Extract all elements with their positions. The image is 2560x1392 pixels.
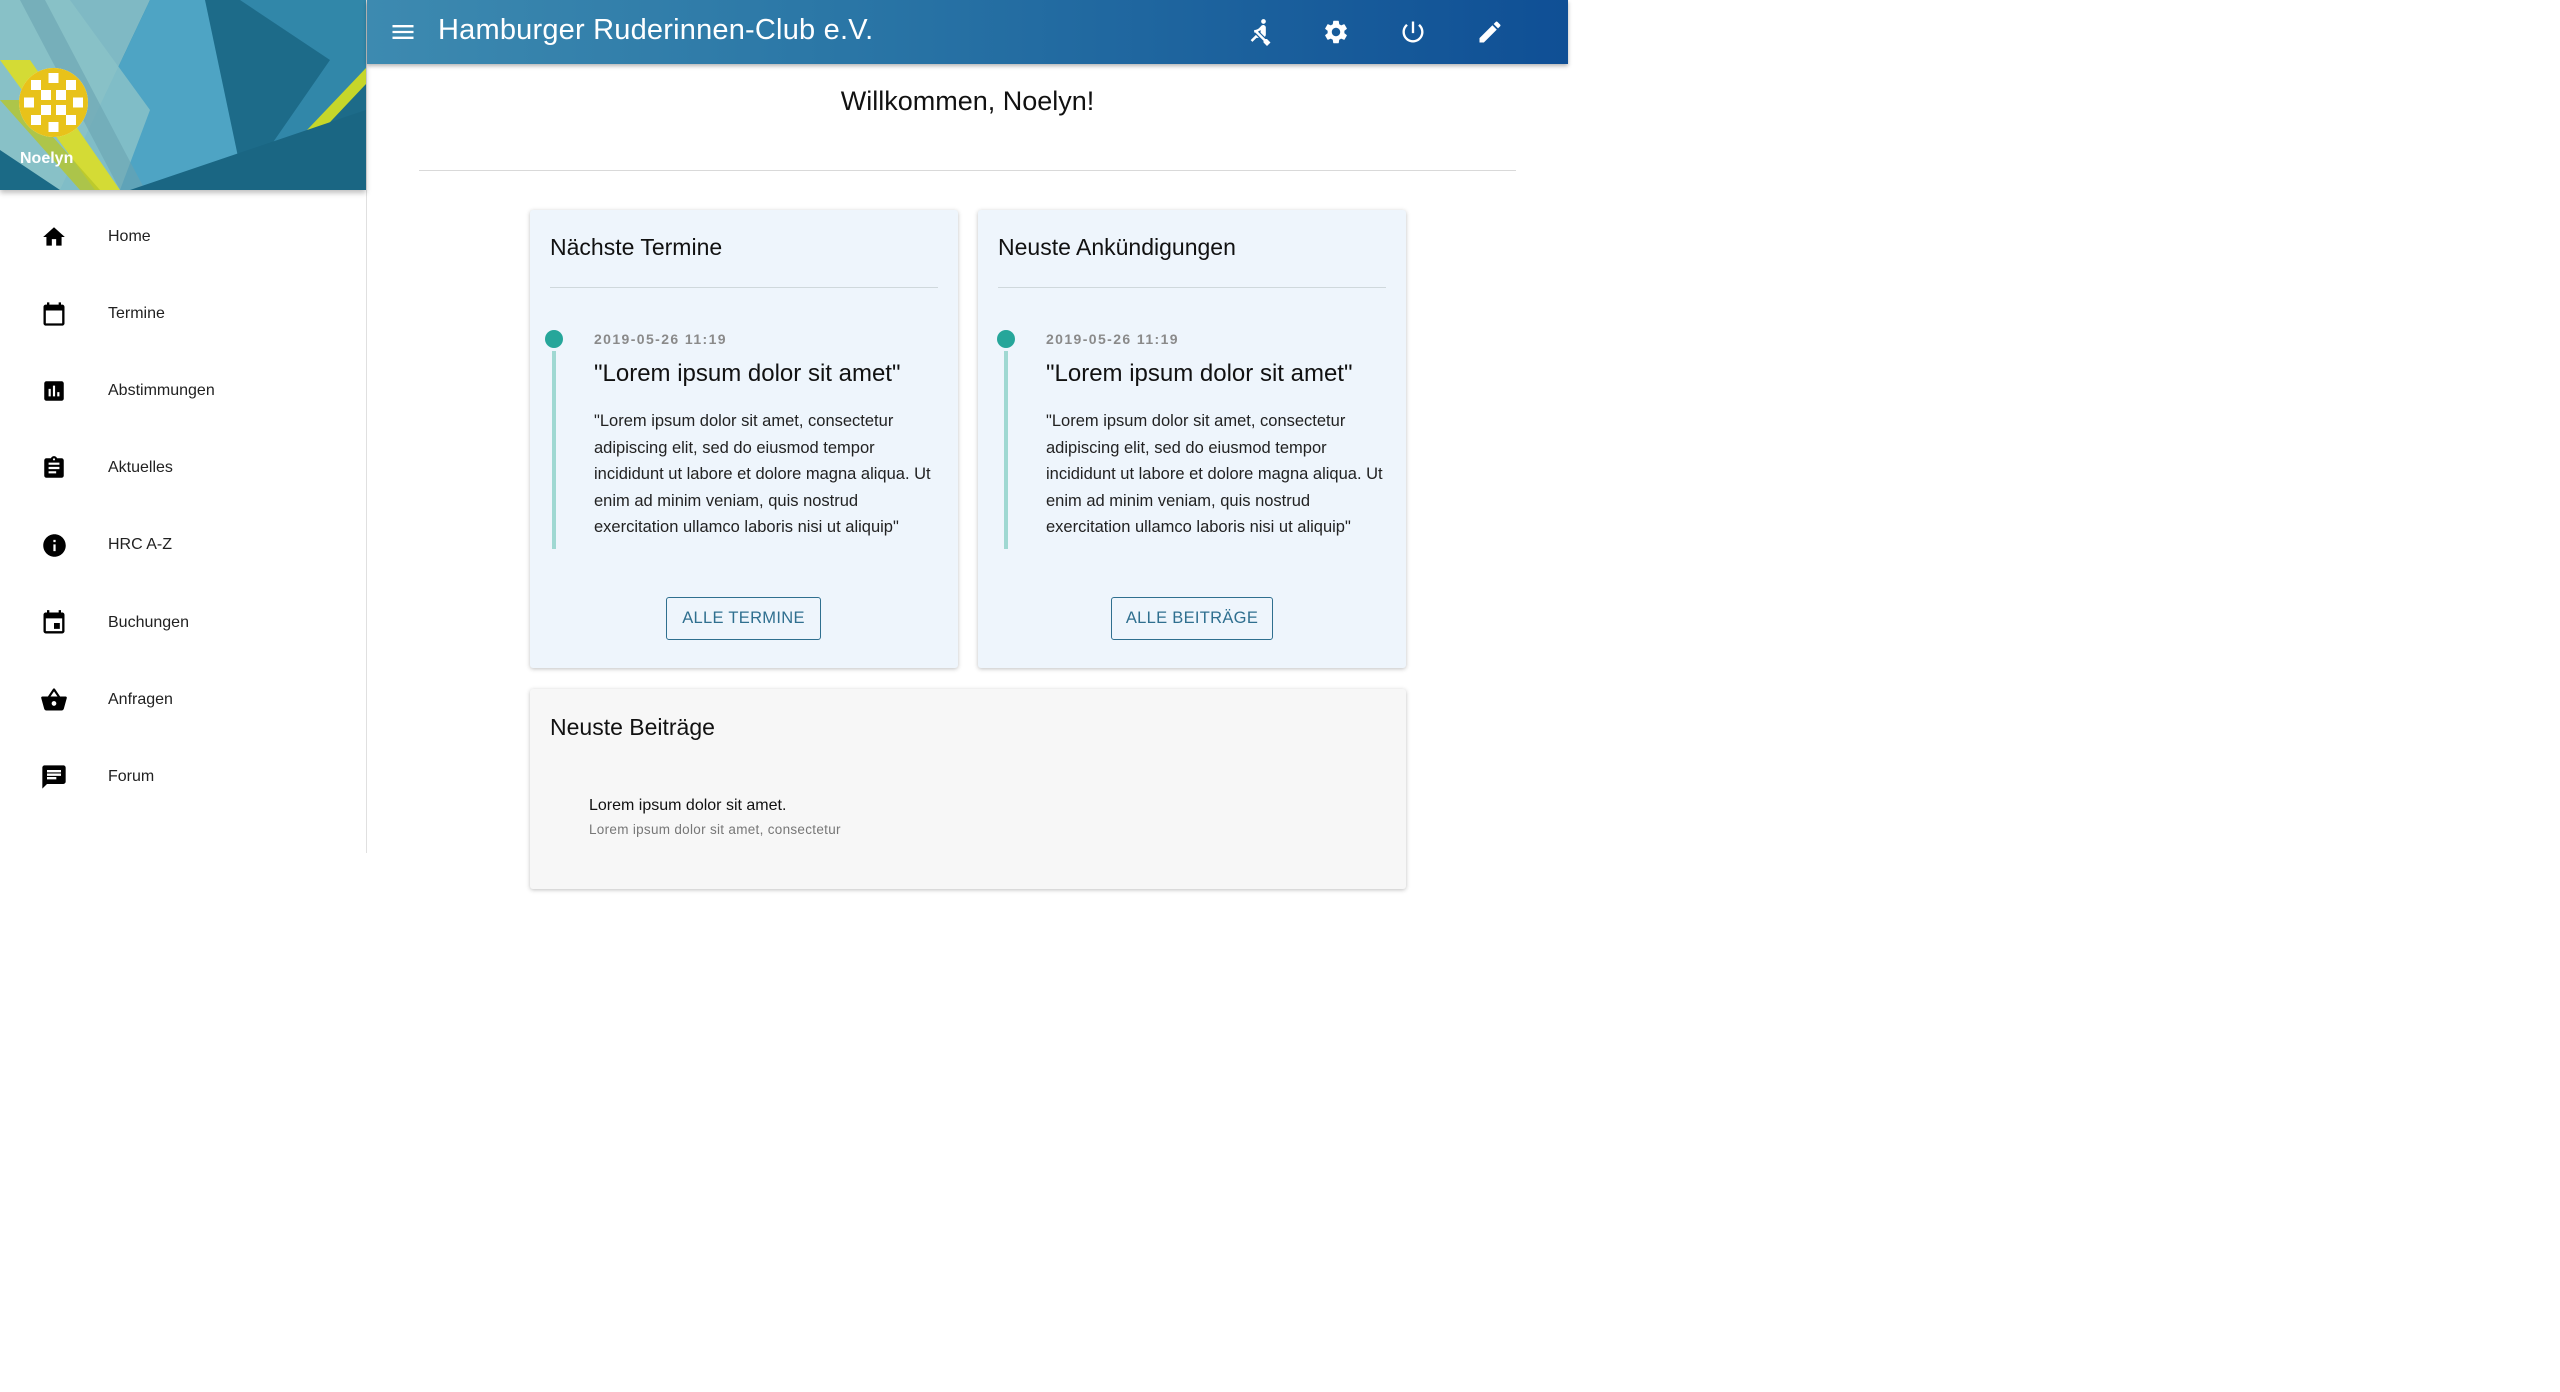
- timeline-dot: [545, 330, 563, 348]
- sidebar-item-label: Anfragen: [108, 690, 173, 708]
- sidebar-item-abstimmungen[interactable]: Abstimmungen: [0, 352, 366, 429]
- card-title: Neuste Ankündigungen: [998, 234, 1236, 260]
- sidebar-item-termine[interactable]: Termine: [0, 275, 366, 352]
- sidebar-item-label: Termine: [108, 304, 165, 322]
- card-title: Neuste Beiträge: [550, 714, 715, 740]
- divider: [998, 287, 1386, 288]
- timeline-headline: "Lorem ipsum dolor sit amet": [1046, 360, 1353, 387]
- pencil-icon[interactable]: [1475, 17, 1505, 47]
- all-beitraege-button[interactable]: ALLE BEITRÄGE: [1111, 597, 1273, 640]
- sidebar-item-label: Home: [108, 227, 151, 245]
- sidebar-nav: Home Termine Abstimmungen Aktuelles HRC …: [0, 198, 366, 816]
- chat-icon: [40, 763, 68, 791]
- divider: [550, 287, 938, 288]
- calendar-icon: [40, 300, 68, 328]
- sidebar-item-label: Buchungen: [108, 613, 189, 631]
- sidebar: Noelyn Home Termine Abstimmungen Aktuell…: [0, 0, 367, 853]
- sidebar-header: Noelyn: [0, 0, 366, 190]
- all-termine-button[interactable]: ALLE TERMINE: [666, 597, 821, 640]
- avatar[interactable]: [19, 68, 88, 137]
- timeline-body: "Lorem ipsum dolor sit amet, consectetur…: [1046, 412, 1383, 536]
- sidebar-item-forum[interactable]: Forum: [0, 738, 366, 815]
- timeline-line: [1004, 351, 1008, 549]
- gear-icon[interactable]: [1321, 17, 1351, 47]
- info-icon: [40, 531, 68, 559]
- rowing-icon[interactable]: [1245, 17, 1275, 47]
- timeline-date: 2019-05-26 11:19: [594, 331, 727, 347]
- poll-icon: [40, 377, 68, 405]
- timeline-body: "Lorem ipsum dolor sit amet, consectetur…: [594, 412, 931, 536]
- app-title: Hamburger Ruderinnen-Club e.V.: [438, 14, 874, 46]
- basket-icon: [40, 686, 68, 714]
- home-icon: [40, 223, 68, 251]
- sidebar-item-label: Aktuelles: [108, 459, 173, 477]
- top-app-bar: Hamburger Ruderinnen-Club e.V.: [367, 0, 1568, 64]
- event-icon: [40, 609, 68, 637]
- post-subtitle: Lorem ipsum dolor sit amet, consectetur: [589, 822, 841, 837]
- divider: [419, 170, 1516, 171]
- clipboard-icon: [40, 454, 68, 482]
- sidebar-item-buchungen[interactable]: Buchungen: [0, 584, 366, 661]
- sidebar-item-home[interactable]: Home: [0, 198, 366, 275]
- sidebar-item-hrc-a-z[interactable]: HRC A-Z: [0, 507, 366, 584]
- avatar-pattern-icon: [19, 68, 88, 137]
- ankuendigungen-card: Neuste Ankündigungen 2019-05-26 11:19 "L…: [978, 210, 1406, 668]
- menu-icon[interactable]: [389, 18, 417, 46]
- beitraege-card: Neuste Beiträge Lorem ipsum dolor sit am…: [530, 689, 1406, 889]
- termine-card: Nächste Termine 2019-05-26 11:19 "Lorem …: [530, 210, 958, 668]
- post-title[interactable]: Lorem ipsum dolor sit amet.: [589, 797, 786, 815]
- power-icon[interactable]: [1398, 17, 1428, 47]
- sidebar-item-aktuelles[interactable]: Aktuelles: [0, 430, 366, 507]
- sidebar-item-label: Abstimmungen: [108, 381, 215, 399]
- sidebar-item-label: HRC A-Z: [108, 536, 172, 554]
- sidebar-item-anfragen[interactable]: Anfragen: [0, 661, 366, 738]
- timeline-dot: [997, 330, 1015, 348]
- timeline-line: [552, 351, 556, 549]
- sidebar-item-label: Forum: [108, 767, 155, 785]
- timeline-headline: "Lorem ipsum dolor sit amet": [594, 360, 901, 387]
- page-title: Willkommen, Noelyn!: [840, 86, 1095, 116]
- timeline-date: 2019-05-26 11:19: [1046, 331, 1179, 347]
- user-name: Noelyn: [20, 150, 74, 167]
- card-title: Nächste Termine: [550, 234, 723, 260]
